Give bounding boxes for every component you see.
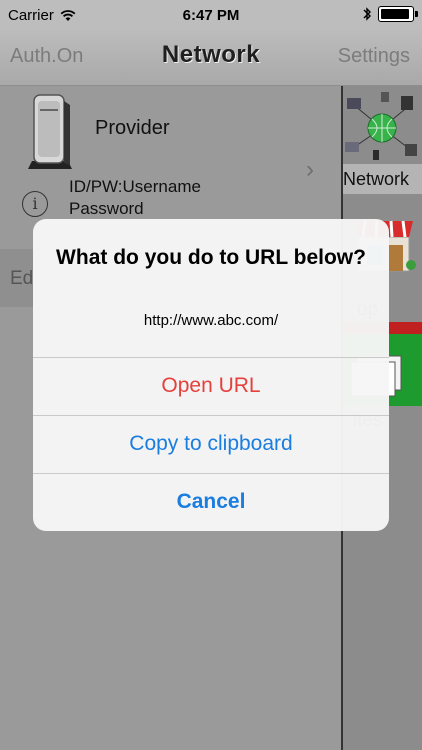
cancel-button[interactable]: Cancel — [33, 474, 389, 530]
open-url-button[interactable]: Open URL — [33, 358, 389, 414]
url-action-alert: What do you do to URL below? http://www.… — [33, 219, 389, 531]
copy-to-clipboard-button[interactable]: Copy to clipboard — [33, 416, 389, 472]
alert-title: What do you do to URL below? — [56, 246, 366, 269]
alert-message: http://www.abc.com/ — [143, 312, 279, 329]
